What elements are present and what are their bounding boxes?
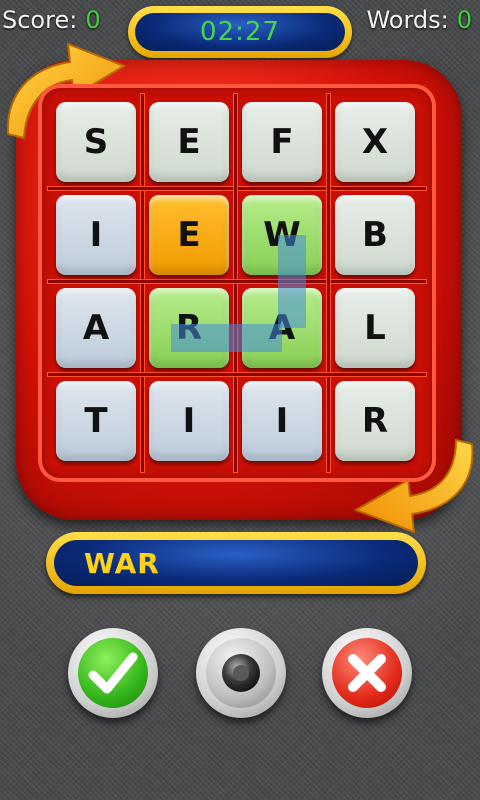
timer-display: 02:27: [128, 6, 352, 58]
clear-word-button[interactable]: [322, 628, 412, 718]
grid-divider: [48, 187, 426, 190]
letter-tile[interactable]: R: [149, 288, 229, 368]
letter-tile[interactable]: B: [335, 195, 415, 275]
letter-tile[interactable]: R: [335, 381, 415, 461]
grid-divider: [48, 373, 426, 376]
checkmark-icon: [88, 652, 138, 694]
score-display: Score: 0: [2, 6, 101, 34]
speaker-icon: [222, 654, 260, 692]
grid-divider: [141, 94, 144, 472]
submit-word-button[interactable]: [68, 628, 158, 718]
score-value: 0: [85, 6, 101, 34]
letter-tile[interactable]: S: [56, 102, 136, 182]
current-word: WAR: [84, 546, 160, 580]
x-icon: [348, 654, 386, 692]
letter-tile[interactable]: W: [242, 195, 322, 275]
words-label: Words:: [366, 6, 449, 34]
grid-divider: [327, 94, 330, 472]
score-label: Score:: [2, 6, 78, 34]
letter-tile[interactable]: E: [149, 195, 229, 275]
letter-grid: SEFXIEWBARALTIIR: [38, 84, 436, 482]
current-word-bar: WAR: [46, 532, 426, 594]
letter-tile[interactable]: E: [149, 102, 229, 182]
timer-text: 02:27: [200, 17, 280, 47]
letter-tile[interactable]: I: [242, 381, 322, 461]
letter-tile[interactable]: F: [242, 102, 322, 182]
letter-tile[interactable]: A: [56, 288, 136, 368]
letter-tile[interactable]: I: [56, 195, 136, 275]
letter-tile[interactable]: I: [149, 381, 229, 461]
letter-tile[interactable]: X: [335, 102, 415, 182]
grid-divider: [48, 280, 426, 283]
letter-tile[interactable]: T: [56, 381, 136, 461]
sound-toggle-button[interactable]: [196, 628, 286, 718]
words-value: 0: [456, 6, 472, 34]
letter-tile[interactable]: L: [335, 288, 415, 368]
words-display: Words: 0: [366, 6, 472, 34]
grid-divider: [234, 94, 237, 472]
letter-tile[interactable]: A: [242, 288, 322, 368]
